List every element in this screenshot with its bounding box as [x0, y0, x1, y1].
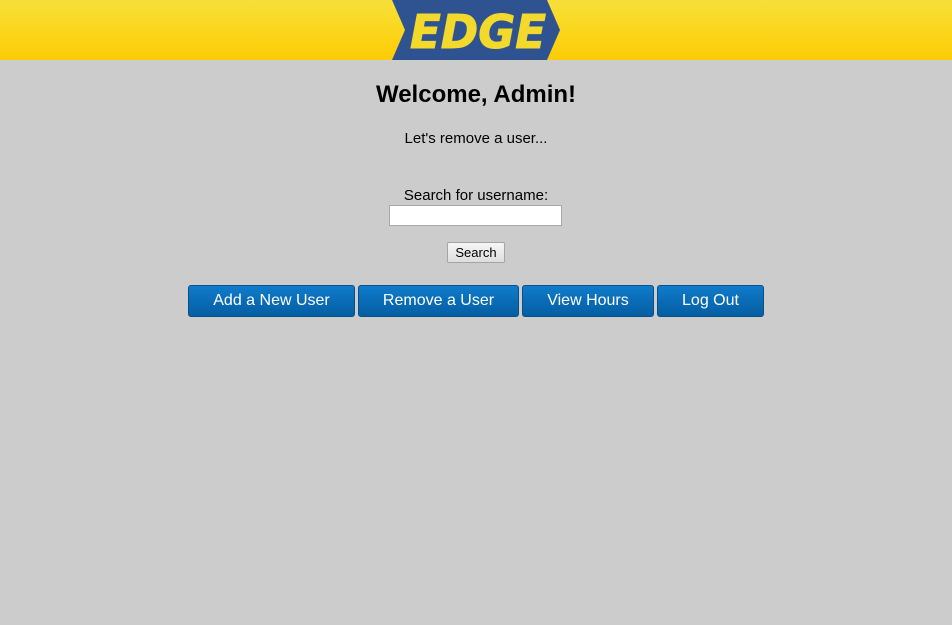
page-subtitle: Let's remove a user... [404, 130, 548, 147]
log-out-button[interactable]: Log Out [657, 285, 764, 317]
page-title: Welcome, Admin! [375, 81, 577, 108]
logo-text: EDGE [410, 5, 546, 59]
search-button[interactable]: Search [447, 242, 505, 263]
search-label: Search for username: [403, 187, 549, 204]
edge-logo-graphic: EDGE [392, 0, 560, 60]
view-hours-button[interactable]: View Hours [522, 285, 654, 317]
edge-logo: EDGE [392, 0, 560, 60]
remove-user-button[interactable]: Remove a User [358, 285, 519, 317]
header-banner: EDGE [0, 0, 952, 60]
add-new-user-button[interactable]: Add a New User [188, 285, 355, 317]
username-search-input[interactable] [389, 205, 562, 226]
